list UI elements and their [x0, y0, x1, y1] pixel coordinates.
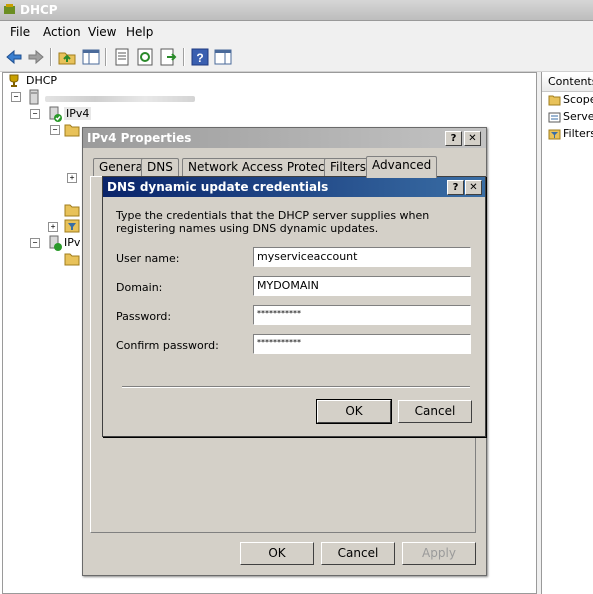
- props-cancel-button[interactable]: Cancel: [321, 542, 395, 565]
- tree-node-ipv4[interactable]: IPv4: [64, 107, 92, 120]
- menu-file[interactable]: File: [10, 25, 30, 39]
- contents-item-label: Filters: [563, 127, 593, 140]
- tab-dns[interactable]: DNS: [141, 158, 179, 177]
- cred-ok-button[interactable]: OK: [316, 399, 392, 424]
- redacted-server-name: [45, 96, 195, 102]
- menu-view[interactable]: View: [88, 25, 116, 39]
- close-caption-button[interactable]: ✕: [464, 131, 481, 146]
- export-list-icon[interactable]: [158, 47, 178, 67]
- menu-help[interactable]: Help: [126, 25, 153, 39]
- console-tree-icon[interactable]: [213, 47, 233, 67]
- folder-icon: [64, 253, 80, 266]
- contents-item-filters[interactable]: Filters: [548, 127, 593, 140]
- folder-icon: [64, 204, 80, 217]
- dns-credentials-dialog: DNS dynamic update credentials ? ✕ Type …: [102, 176, 486, 437]
- refresh-icon[interactable]: [135, 47, 155, 67]
- up-folder-icon[interactable]: [57, 47, 77, 67]
- contents-item-scope[interactable]: Scope: [548, 93, 593, 106]
- password-label: Password:: [116, 310, 172, 323]
- tree-expander[interactable]: −: [50, 125, 60, 135]
- domain-label: Domain:: [116, 281, 163, 294]
- ipv4-properties-title: IPv4 Properties: [87, 131, 192, 145]
- toolbar-separator: [105, 48, 107, 66]
- forward-arrow-icon[interactable]: [26, 47, 46, 67]
- help-caption-button[interactable]: ?: [445, 131, 462, 146]
- help-caption-button[interactable]: ?: [447, 180, 464, 195]
- tree-node-ipv6[interactable]: IPv: [64, 236, 80, 249]
- tree-expander[interactable]: +: [48, 222, 58, 232]
- dns-credentials-title: DNS dynamic update credentials: [107, 180, 329, 194]
- ipv4-properties-titlebar[interactable]: IPv4 Properties ? ✕: [83, 128, 486, 148]
- tree-expander[interactable]: −: [30, 238, 40, 248]
- svg-text:?: ?: [196, 51, 203, 65]
- ipv4-node-icon: [49, 106, 62, 122]
- close-caption-button[interactable]: ✕: [465, 180, 482, 195]
- confirm-password-field[interactable]: ***********: [253, 334, 471, 354]
- window-titlebar[interactable]: DHCP: [0, 0, 593, 21]
- dns-credentials-titlebar[interactable]: DNS dynamic update credentials ? ✕: [103, 177, 485, 197]
- tab-advanced[interactable]: Advanced: [366, 156, 438, 178]
- user-name-field[interactable]: myserviceaccount: [253, 247, 471, 267]
- tree-node-dhcp[interactable]: DHCP: [26, 74, 57, 87]
- menu-action[interactable]: Action: [43, 25, 81, 39]
- filters-icon: [548, 129, 561, 139]
- contents-column-header[interactable]: Contents: [542, 74, 593, 92]
- toolbar-separator: [183, 48, 185, 66]
- dialog-separator: [122, 386, 470, 388]
- menu-bar: File Action View Help: [0, 21, 593, 43]
- dhcp-root-icon: [9, 74, 19, 87]
- toolbar: ?: [0, 43, 593, 72]
- props-ok-button[interactable]: OK: [240, 542, 314, 565]
- cred-cancel-button[interactable]: Cancel: [398, 400, 472, 423]
- dns-credentials-description: Type the credentials that the DHCP serve…: [116, 209, 430, 235]
- contents-item-label: Server: [563, 110, 593, 123]
- user-name-label: User name:: [116, 252, 180, 265]
- scope-folder-icon: [64, 124, 80, 137]
- filters-icon: [64, 219, 80, 233]
- properties-icon[interactable]: [112, 47, 132, 67]
- tree-expander[interactable]: −: [11, 92, 21, 102]
- confirm-password-label: Confirm password:: [116, 339, 219, 352]
- tree-expander[interactable]: +: [67, 173, 77, 183]
- server-icon: [29, 89, 39, 105]
- show-hide-tree-icon[interactable]: [81, 47, 101, 67]
- server-options-icon: [548, 112, 561, 122]
- toolbar-separator: [50, 48, 52, 66]
- help-icon[interactable]: ?: [190, 47, 210, 67]
- back-arrow-icon[interactable]: [4, 47, 24, 67]
- ipv6-node-icon: [49, 235, 62, 251]
- dhcp-app-icon: [4, 4, 15, 14]
- window-title: DHCP: [20, 3, 58, 17]
- contents-item-server[interactable]: Server: [548, 110, 593, 123]
- domain-field[interactable]: MYDOMAIN: [253, 276, 471, 296]
- contents-pane[interactable]: Contents Scope Server Filters: [541, 72, 593, 594]
- folder-icon: [548, 95, 561, 105]
- contents-item-label: Scope: [563, 93, 593, 106]
- password-field[interactable]: ***********: [253, 305, 471, 325]
- props-apply-button[interactable]: Apply: [402, 542, 476, 565]
- tab-filters[interactable]: Filters: [324, 158, 372, 177]
- tree-expander[interactable]: −: [30, 109, 40, 119]
